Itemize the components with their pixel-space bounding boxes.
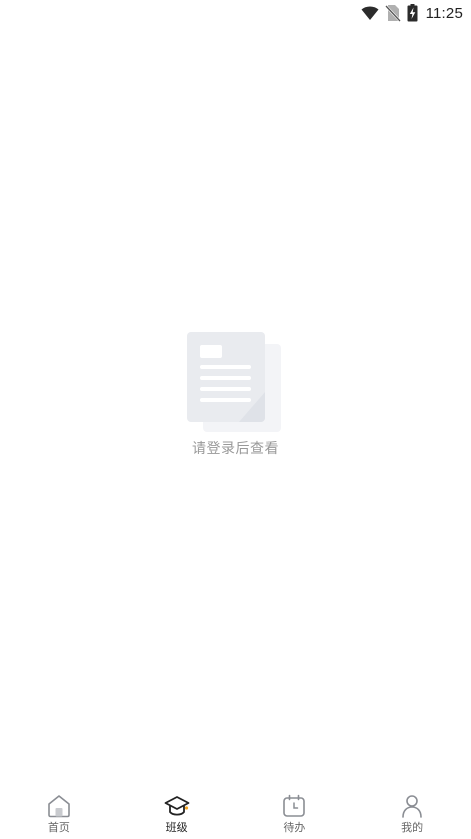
tab-bar: 首页 班级 待办 我的 xyxy=(0,789,471,839)
tab-class[interactable]: 班级 xyxy=(118,789,236,839)
person-icon xyxy=(402,795,422,818)
battery-charging-icon xyxy=(407,4,418,22)
no-sim-icon xyxy=(384,5,401,22)
document-icon xyxy=(186,332,281,432)
graduation-cap-icon xyxy=(164,796,190,816)
status-icons: 11:25 xyxy=(361,3,463,23)
tab-label-mine: 我的 xyxy=(401,821,424,834)
empty-state-message: 请登录后查看 xyxy=(192,441,279,457)
wifi-icon xyxy=(361,6,379,20)
tab-mine[interactable]: 我的 xyxy=(353,789,471,839)
status-time: 11:25 xyxy=(425,4,463,22)
tab-todo[interactable]: 待办 xyxy=(236,789,354,839)
tab-label-class: 班级 xyxy=(165,821,188,834)
tab-label-home: 首页 xyxy=(47,821,70,834)
home-icon xyxy=(48,795,70,818)
tab-home[interactable]: 首页 xyxy=(0,789,118,839)
app-screen: 11:25 请登录后查看 首页 班级 待办 我的 xyxy=(0,0,471,839)
empty-state: 请登录后查看 xyxy=(0,330,471,458)
tab-label-todo: 待办 xyxy=(283,821,306,834)
calendar-clock-icon xyxy=(283,794,306,817)
status-bar: 11:25 xyxy=(0,0,471,26)
